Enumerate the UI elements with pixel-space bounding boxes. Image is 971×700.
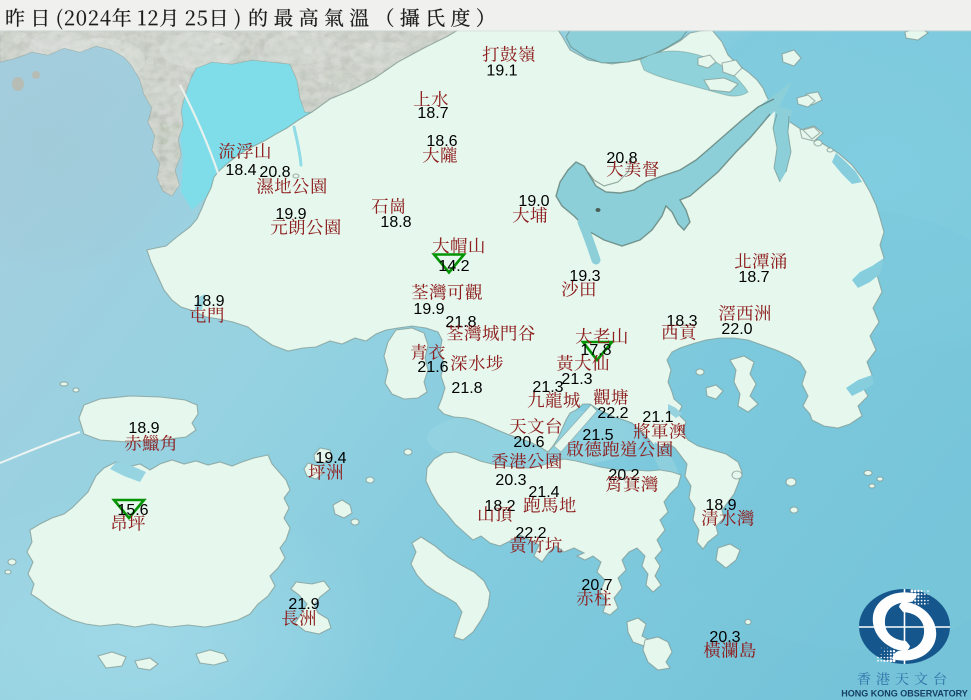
svg-text:18.4: 18.4 bbox=[225, 162, 256, 179]
svg-text:21.3: 21.3 bbox=[532, 379, 563, 396]
svg-text:21.8: 21.8 bbox=[451, 380, 482, 397]
svg-text:21.1: 21.1 bbox=[642, 409, 673, 426]
svg-text:18.9: 18.9 bbox=[705, 497, 736, 514]
svg-text:18.7: 18.7 bbox=[417, 105, 448, 122]
svg-text:19.3: 19.3 bbox=[569, 268, 600, 285]
svg-text:18.9: 18.9 bbox=[128, 420, 159, 437]
svg-text:18.3: 18.3 bbox=[666, 313, 697, 330]
svg-text:14.2: 14.2 bbox=[438, 258, 469, 275]
svg-text:20.7: 20.7 bbox=[581, 577, 612, 594]
svg-text:18.8: 18.8 bbox=[380, 214, 411, 231]
svg-text:18.2: 18.2 bbox=[484, 498, 515, 515]
svg-text:HONG KONG OBSERVATORY: HONG KONG OBSERVATORY bbox=[841, 689, 968, 699]
svg-text:21.6: 21.6 bbox=[417, 359, 448, 376]
svg-text:22.0: 22.0 bbox=[721, 321, 752, 338]
svg-text:18.7: 18.7 bbox=[738, 269, 769, 286]
svg-text:20.6: 20.6 bbox=[513, 434, 544, 451]
svg-text:21.3: 21.3 bbox=[561, 371, 592, 388]
svg-text:22.2: 22.2 bbox=[597, 405, 628, 422]
svg-text:19.9: 19.9 bbox=[275, 206, 306, 223]
svg-text:21.5: 21.5 bbox=[582, 427, 613, 444]
svg-text:20.3: 20.3 bbox=[495, 472, 526, 489]
svg-text:19.9: 19.9 bbox=[413, 301, 444, 318]
svg-text:19.1: 19.1 bbox=[486, 62, 517, 79]
svg-text:21.8: 21.8 bbox=[445, 314, 476, 331]
